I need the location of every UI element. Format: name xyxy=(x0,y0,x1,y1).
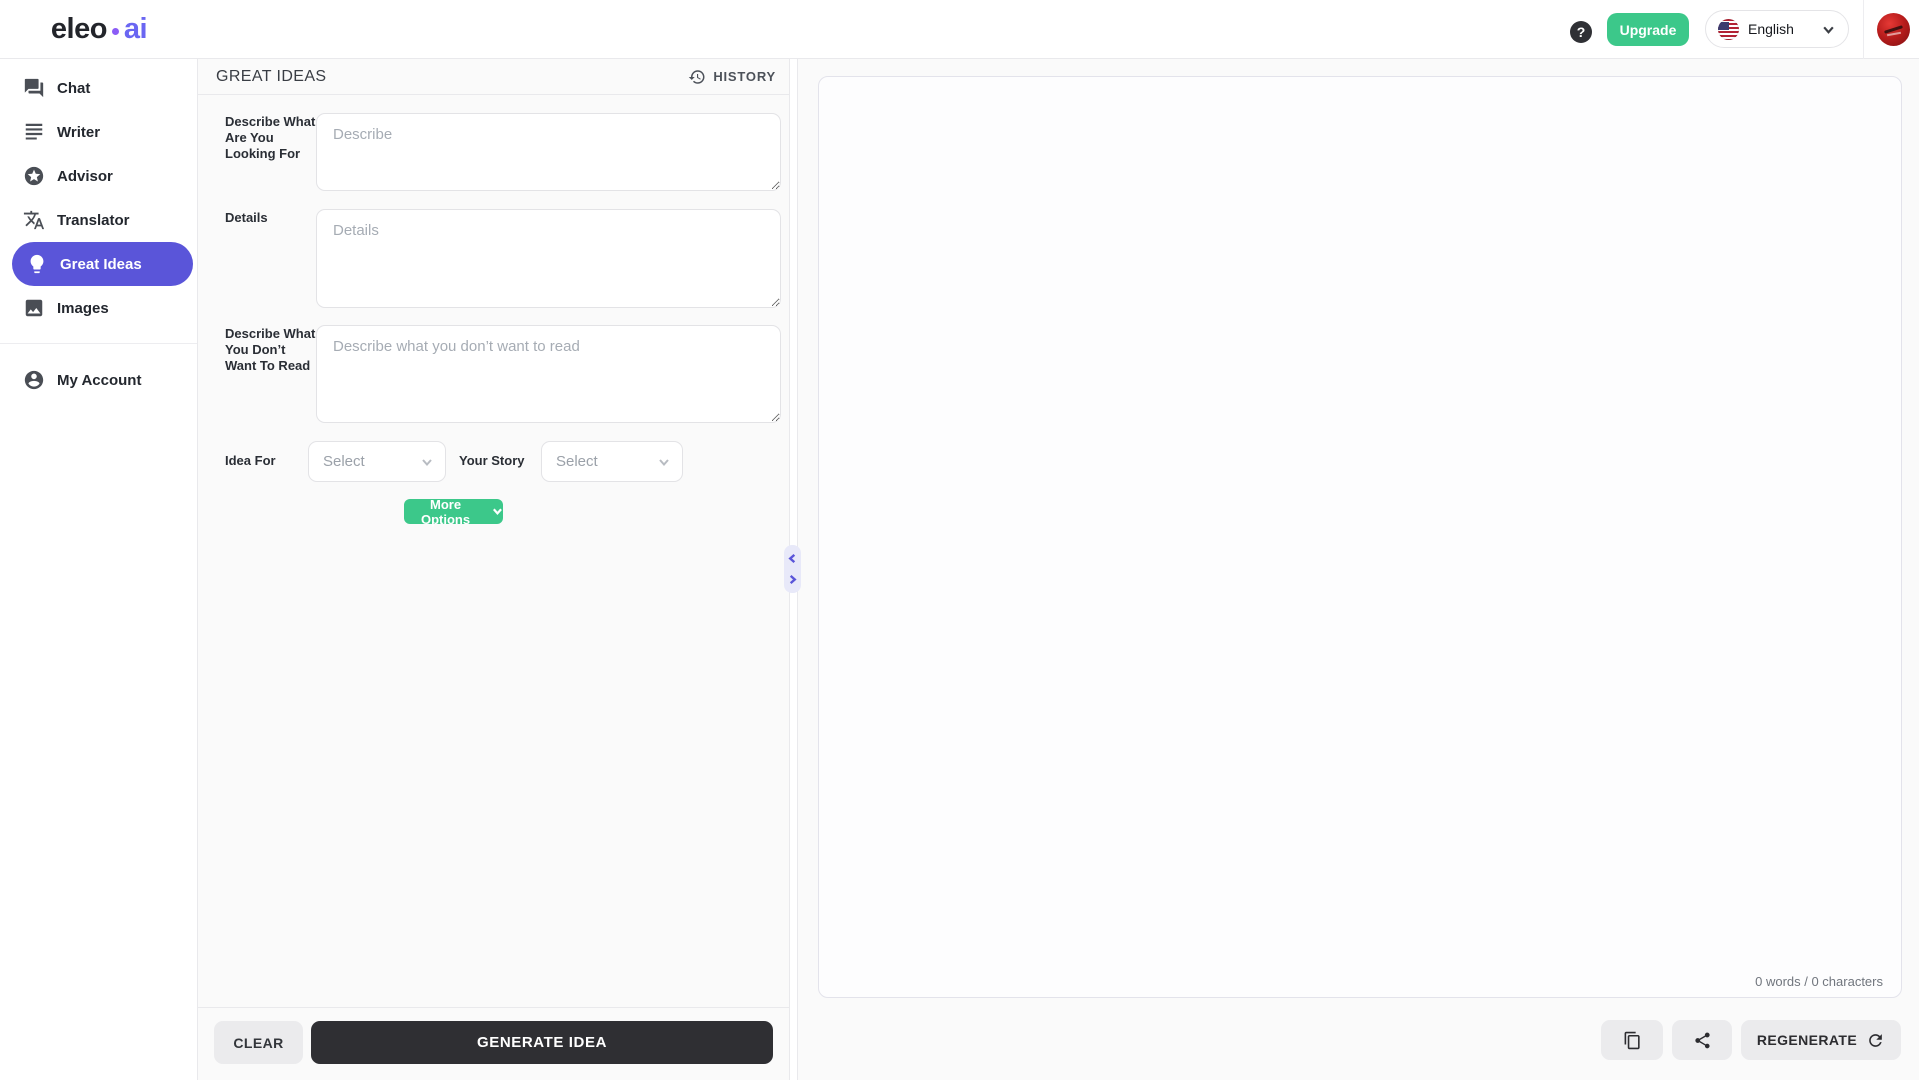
sidebar-item-label: Images xyxy=(57,299,109,317)
generated-output-panel: 0 words / 0 characters xyxy=(818,76,1902,998)
select-value: Select xyxy=(556,453,598,470)
header-divider xyxy=(1863,0,1864,59)
dont-want-textarea[interactable] xyxy=(316,325,781,423)
logo-text-eleo: eleo xyxy=(50,13,108,45)
chevron-down-icon xyxy=(1823,26,1834,34)
panel-collapse-handle xyxy=(784,545,801,593)
history-icon xyxy=(689,69,705,84)
output-region: 0 words / 0 characters REGENERATE xyxy=(797,59,1919,1080)
more-options-label: More Options xyxy=(420,496,471,527)
field-label: Describe What You Don’t Want To Read xyxy=(225,326,316,373)
sidebar-item-label: Chat xyxy=(57,79,91,97)
collapse-right-button[interactable] xyxy=(786,573,799,586)
regenerate-button[interactable]: REGENERATE xyxy=(1741,1020,1901,1060)
lightbulb-icon xyxy=(30,254,44,274)
sidebar-divider xyxy=(0,343,197,344)
chevron-down-icon xyxy=(422,458,432,466)
word-count: 0 words / 0 characters xyxy=(1755,974,1883,989)
help-button[interactable]: ? xyxy=(1570,21,1592,43)
language-label: English xyxy=(1748,21,1794,37)
chevron-right-icon xyxy=(789,574,797,585)
collapse-left-button[interactable] xyxy=(786,552,799,565)
sidebar-item-translator[interactable]: Translator xyxy=(0,198,197,242)
question-mark-icon: ? xyxy=(1576,24,1586,40)
output-actions: REGENERATE xyxy=(1601,1020,1901,1060)
chat-icon xyxy=(24,78,44,98)
sidebar-nav: Chat Writer Advisor Translator Great Ide… xyxy=(0,59,198,1080)
sidebar-item-label: Advisor xyxy=(57,167,113,185)
copy-button[interactable] xyxy=(1601,1020,1663,1060)
sidebar-item-images[interactable]: Images xyxy=(0,286,197,330)
share-button[interactable] xyxy=(1672,1020,1732,1060)
sidebar-item-advisor[interactable]: Advisor xyxy=(0,154,197,198)
us-flag-icon xyxy=(1718,18,1739,40)
your-story-select[interactable]: Select xyxy=(541,441,683,482)
field-label: Describe What Are You Looking For xyxy=(225,114,316,161)
sidebar-item-label: Translator xyxy=(57,211,130,229)
field-label: Details xyxy=(225,210,268,225)
regenerate-label: REGENERATE xyxy=(1756,1032,1858,1048)
sidebar-item-great-ideas[interactable]: Great Ideas xyxy=(12,242,193,286)
upgrade-button[interactable]: Upgrade xyxy=(1607,13,1689,46)
idea-for-label: Idea For xyxy=(225,453,276,468)
clear-button[interactable]: CLEAR xyxy=(214,1021,303,1064)
sidebar-item-label: Great Ideas xyxy=(60,255,142,273)
sidebar-item-my-account[interactable]: My Account xyxy=(0,358,197,402)
translate-icon xyxy=(23,210,45,230)
chevron-left-icon xyxy=(788,553,796,564)
writer-icon xyxy=(25,123,43,140)
copy-icon xyxy=(1624,1031,1640,1049)
advisor-star-icon xyxy=(24,166,44,186)
sidebar-item-chat[interactable]: Chat xyxy=(0,66,197,110)
chevron-down-icon xyxy=(659,458,669,466)
your-story-label: Your Story xyxy=(459,453,525,468)
sidebar-item-label: My Account xyxy=(57,371,142,389)
idea-for-select[interactable]: Select xyxy=(308,441,446,482)
top-header: eleo ai ? Upgrade English xyxy=(0,0,1919,59)
details-textarea[interactable] xyxy=(316,209,781,308)
sidebar-item-writer[interactable]: Writer xyxy=(0,110,197,154)
language-selector[interactable]: English xyxy=(1705,10,1849,48)
form-footer: CLEAR GENERATE IDEA xyxy=(198,1007,789,1080)
panel-header: GREAT IDEAS HISTORY xyxy=(198,59,789,95)
user-avatar[interactable] xyxy=(1877,13,1910,46)
history-button[interactable]: HISTORY xyxy=(688,68,776,86)
generate-idea-button[interactable]: GENERATE IDEA xyxy=(311,1021,773,1064)
logo-text-ai: ai xyxy=(123,13,148,45)
history-label: HISTORY xyxy=(713,69,776,84)
app-root: eleo ai ? Upgrade English Chat Writer Ad… xyxy=(0,0,1919,1080)
account-icon xyxy=(24,370,44,390)
select-value: Select xyxy=(323,453,365,470)
logo-dot-icon xyxy=(111,28,119,35)
page-title: GREAT IDEAS xyxy=(216,67,327,85)
great-ideas-form-panel: GREAT IDEAS HISTORY Describe What Are Yo… xyxy=(198,59,790,1080)
more-options-button[interactable]: More Options xyxy=(404,496,503,527)
image-icon xyxy=(25,299,43,317)
selects-row: Idea For Select Your Story Select xyxy=(225,441,782,482)
share-icon xyxy=(1694,1032,1710,1048)
refresh-icon xyxy=(1869,1033,1882,1047)
sidebar-item-label: Writer xyxy=(57,123,101,141)
looking-for-textarea[interactable] xyxy=(316,113,781,191)
eleo-ai-logo[interactable]: eleo ai xyxy=(0,0,198,59)
chevron-down-icon xyxy=(493,508,502,515)
